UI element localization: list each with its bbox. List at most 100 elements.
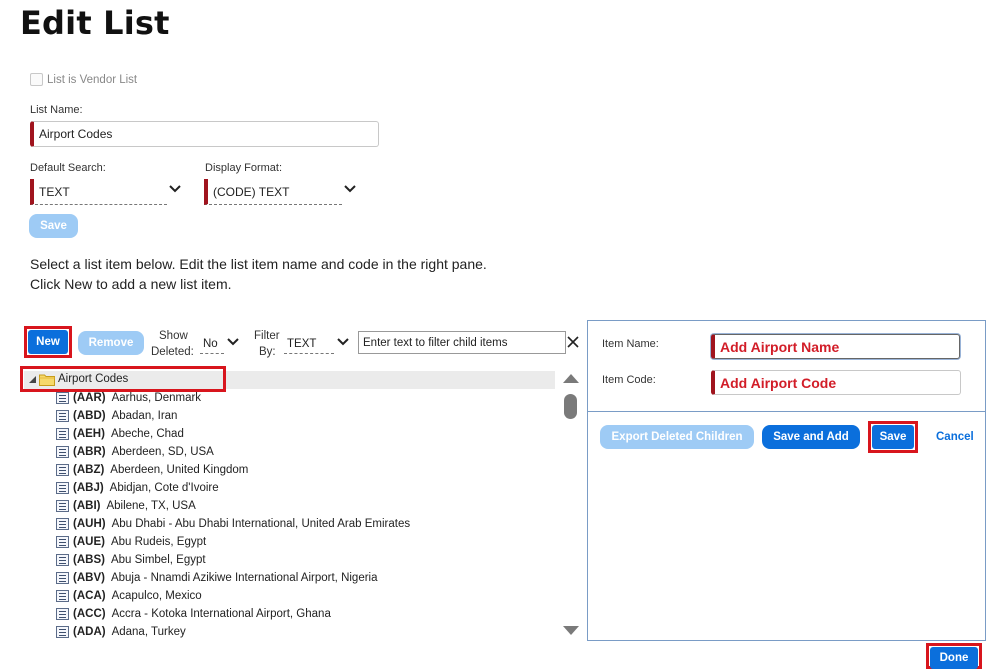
tree-item-code: (ABD) bbox=[73, 410, 106, 422]
tree-item[interactable]: (ABS) Abu Simbel, Egypt bbox=[56, 551, 206, 569]
vendor-list-label: List is Vendor List bbox=[47, 73, 138, 86]
list-item-icon bbox=[56, 536, 69, 548]
vendor-list-checkbox[interactable]: List is Vendor List bbox=[30, 73, 137, 86]
chevron-down-icon[interactable] bbox=[169, 185, 181, 193]
show-deleted-label-1: Show bbox=[159, 330, 188, 342]
tree-item-code: (ABJ) bbox=[73, 482, 104, 494]
display-format-label: Display Format: bbox=[205, 162, 283, 174]
list-item-icon bbox=[56, 428, 69, 440]
checkbox-box[interactable] bbox=[30, 73, 43, 86]
tree-item[interactable]: (ACA) Acapulco, Mexico bbox=[56, 587, 202, 605]
chevron-down-icon[interactable] bbox=[337, 338, 349, 346]
tree-item-name: Abuja - Nnamdi Azikiwe International Air… bbox=[110, 572, 378, 584]
list-item-icon bbox=[56, 464, 69, 476]
tree-item[interactable]: (AAR) Aarhus, Denmark bbox=[56, 389, 201, 407]
tree-item-name: Abu Dhabi - Abu Dhabi International, Uni… bbox=[111, 518, 411, 530]
save-and-add-button[interactable]: Save and Add bbox=[762, 425, 860, 449]
tree-item-name: Abilene, TX, USA bbox=[106, 500, 196, 512]
default-search-label: Default Search: bbox=[30, 162, 106, 174]
tree-item[interactable]: (ABJ) Abidjan, Cote d'Ivoire bbox=[56, 479, 219, 497]
remove-button[interactable]: Remove bbox=[78, 331, 144, 355]
item-name-input[interactable]: Add Airport Name bbox=[711, 334, 960, 359]
item-name-value: Add Airport Name bbox=[720, 338, 840, 355]
tree-item[interactable]: (ABV) Abuja - Nnamdi Azikiwe Internationa… bbox=[56, 569, 378, 587]
display-format-select[interactable]: (CODE) TEXT bbox=[204, 179, 342, 205]
tree-item-name: Aarhus, Denmark bbox=[111, 392, 202, 404]
tree-item-code: (ABV) bbox=[73, 572, 105, 584]
tree-item[interactable]: (ADA) Adana, Turkey bbox=[56, 623, 186, 641]
list-item-icon bbox=[56, 572, 69, 584]
show-deleted-select[interactable]: No bbox=[200, 334, 224, 354]
list-item-icon bbox=[56, 554, 69, 566]
save-item-button[interactable]: Save bbox=[872, 425, 914, 449]
scroll-down-icon[interactable] bbox=[563, 626, 579, 635]
instructions-line-1: Select a list item below. Edit the list … bbox=[30, 256, 487, 272]
chevron-down-icon[interactable] bbox=[344, 185, 356, 193]
default-search-value: TEXT bbox=[39, 184, 70, 199]
list-item-icon bbox=[56, 410, 69, 422]
tree-item[interactable]: (AUH) Abu Dhabi - Abu Dhabi International… bbox=[56, 515, 410, 533]
tree-item[interactable]: (ACC) Accra - Kotoka International Airpor… bbox=[56, 605, 331, 623]
tree-item-code: (ABI) bbox=[73, 500, 101, 512]
save-list-button[interactable]: Save bbox=[29, 214, 78, 238]
tree-item[interactable]: (ABI) Abilene, TX, USA bbox=[56, 497, 196, 515]
display-format-value: (CODE) TEXT bbox=[213, 184, 290, 199]
instructions-line-2: Click New to add a new list item. bbox=[30, 276, 232, 292]
item-detail-panel bbox=[587, 320, 986, 641]
tree-item-code: (AAR) bbox=[73, 392, 106, 404]
filter-by-value: TEXT bbox=[287, 337, 317, 350]
done-button[interactable]: Done bbox=[930, 647, 978, 669]
list-item-icon bbox=[56, 500, 69, 512]
tree-item[interactable]: (ABR) Aberdeen, SD, USA bbox=[56, 443, 214, 461]
tree-item-code: (ADA) bbox=[73, 626, 106, 638]
chevron-down-icon[interactable] bbox=[227, 338, 239, 346]
tree-item[interactable]: (ABZ) Aberdeen, United Kingdom bbox=[56, 461, 248, 479]
tree-item-code: (ACC) bbox=[73, 608, 106, 620]
list-name-label: List Name: bbox=[30, 104, 83, 116]
tree-item-code: (ABR) bbox=[73, 446, 106, 458]
tree-item-code: (AUE) bbox=[73, 536, 105, 548]
close-icon[interactable] bbox=[567, 336, 579, 348]
filter-placeholder: Enter text to filter child items bbox=[363, 336, 508, 349]
tree-item-name: Acapulco, Mexico bbox=[111, 590, 202, 602]
default-search-select[interactable]: TEXT bbox=[30, 179, 167, 205]
list-item-icon bbox=[56, 626, 69, 638]
tree-item-code: (ABS) bbox=[73, 554, 105, 566]
item-code-label: Item Code: bbox=[602, 374, 656, 386]
tree-item-name: Abu Rudeis, Egypt bbox=[110, 536, 207, 548]
show-deleted-label-2: Deleted: bbox=[151, 346, 194, 358]
item-code-input[interactable]: Add Airport Code bbox=[711, 370, 961, 395]
list-name-value: Airport Codes bbox=[39, 127, 113, 141]
tree-item[interactable]: (ABD) Abadan, Iran bbox=[56, 407, 177, 425]
tree-item-code: (ABZ) bbox=[73, 464, 105, 476]
cancel-link[interactable]: Cancel bbox=[936, 431, 974, 443]
tree-item-name: Aberdeen, SD, USA bbox=[111, 446, 214, 458]
tree-item-code: (ACA) bbox=[73, 590, 106, 602]
tree-item[interactable]: (AUE) Abu Rudeis, Egypt bbox=[56, 533, 206, 551]
list-item-icon bbox=[56, 608, 69, 620]
tree-item-name: Abu Simbel, Egypt bbox=[110, 554, 206, 566]
tree-item-name: Aberdeen, United Kingdom bbox=[110, 464, 249, 476]
item-code-value: Add Airport Code bbox=[720, 374, 837, 391]
list-item-icon bbox=[56, 482, 69, 494]
list-name-input[interactable]: Airport Codes bbox=[30, 121, 379, 147]
tree-item-name: Accra - Kotoka International Airport, Gh… bbox=[111, 608, 331, 620]
list-item-icon bbox=[56, 392, 69, 404]
filter-by-select[interactable]: TEXT bbox=[284, 334, 334, 354]
tree-item-name: Abidjan, Cote d'Ivoire bbox=[109, 482, 219, 494]
filter-text-input[interactable]: Enter text to filter child items bbox=[358, 331, 566, 354]
tree-item[interactable]: (AEH) Abeche, Chad bbox=[56, 425, 184, 443]
filter-by-label-2: By: bbox=[259, 346, 276, 358]
scroll-up-icon[interactable] bbox=[563, 374, 579, 383]
tree-item-code: (AEH) bbox=[73, 428, 105, 440]
tree-item-name: Adana, Turkey bbox=[111, 626, 186, 638]
export-deleted-children-button[interactable]: Export Deleted Children bbox=[600, 425, 754, 449]
list-item-icon bbox=[56, 518, 69, 530]
list-item-icon bbox=[56, 590, 69, 602]
tree-item-name: Abeche, Chad bbox=[110, 428, 184, 440]
scrollbar-thumb[interactable] bbox=[564, 394, 577, 419]
item-name-label: Item Name: bbox=[602, 338, 659, 350]
new-button[interactable]: New bbox=[28, 330, 68, 354]
page-title: Edit List bbox=[20, 4, 170, 42]
detail-divider bbox=[588, 411, 985, 412]
